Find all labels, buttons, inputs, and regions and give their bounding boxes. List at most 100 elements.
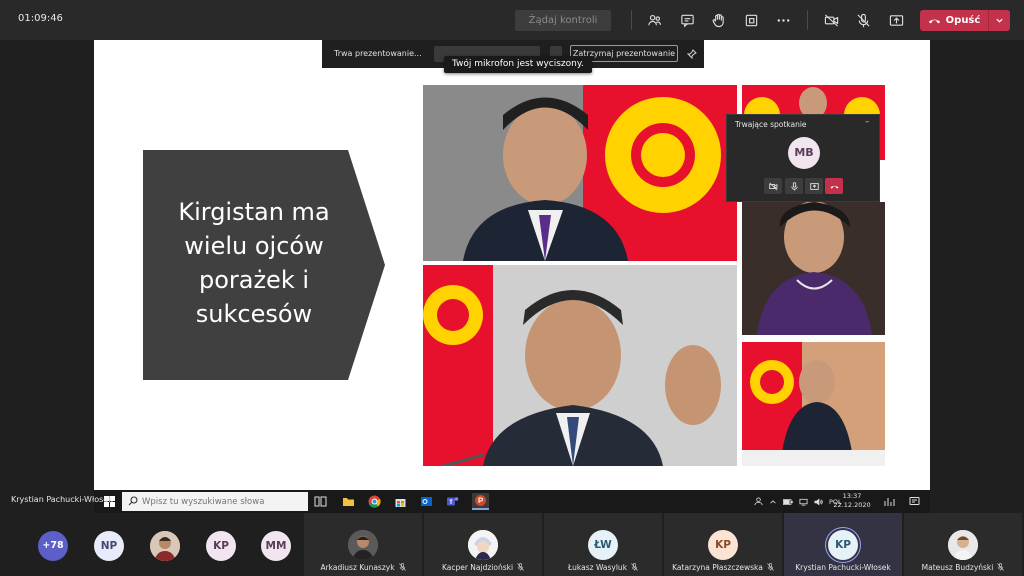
participant-tile-self[interactable]: KP Krystian Pachucki-Włosek xyxy=(784,513,902,576)
mic-off-icon xyxy=(997,563,1005,571)
powerpoint-icon xyxy=(475,495,486,506)
shared-screen: Kirgistan ma wielu ojców porażek i sukce… xyxy=(94,40,930,513)
camera-toggle-button[interactable] xyxy=(820,10,842,30)
hand-icon xyxy=(712,13,724,27)
raise-hand-button[interactable] xyxy=(707,10,729,30)
participant-photo xyxy=(948,530,978,560)
people-icon xyxy=(647,14,661,25)
volume-icon[interactable] xyxy=(814,497,823,506)
teams-button[interactable] xyxy=(444,493,461,510)
task-view-button[interactable] xyxy=(312,493,329,510)
mini-share-button[interactable] xyxy=(805,178,823,194)
photo-leader-5 xyxy=(742,342,885,466)
kyrgyz-flag-sun-image xyxy=(423,85,737,261)
more-actions-button[interactable] xyxy=(772,10,794,30)
photo-leader-1 xyxy=(423,85,737,261)
outlook-icon xyxy=(421,497,432,506)
ongoing-meeting-window[interactable]: Trwające spotkanie – MB xyxy=(726,114,880,202)
avatar[interactable]: KP xyxy=(206,531,236,561)
mic-off-icon xyxy=(517,563,524,571)
presenter-name-label: Krystian Pachucki-Włosek xyxy=(11,495,113,504)
network-icon[interactable] xyxy=(799,498,808,506)
mini-window-title: Trwające spotkanie xyxy=(735,120,807,129)
participant-tile[interactable]: KP Katarzyna Płaszczewska xyxy=(664,513,782,576)
folder-icon xyxy=(343,498,354,506)
participant-name: Katarzyna Płaszczewska xyxy=(664,563,782,572)
ellipsis-icon xyxy=(777,18,789,22)
minimize-button[interactable]: – xyxy=(865,117,870,127)
mic-muted-tooltip: Twój mikrofon jest wyciszony. xyxy=(444,56,592,73)
toolbar-divider xyxy=(631,10,632,30)
pin-icon[interactable] xyxy=(687,49,697,59)
participant-tile[interactable]: ŁW Łukasz Wasyluk xyxy=(544,513,662,576)
participant-photo xyxy=(468,530,498,560)
share-tray-icon xyxy=(809,182,819,190)
photo-leader-3 xyxy=(423,265,737,466)
participant-name: Łukasz Wasyluk xyxy=(544,563,662,572)
participants-button[interactable] xyxy=(643,10,665,30)
search-input[interactable] xyxy=(142,492,302,511)
store-button[interactable] xyxy=(392,493,409,510)
outlook-button[interactable] xyxy=(418,493,435,510)
avatar xyxy=(468,530,498,560)
participant-name: Mateusz Budzyński xyxy=(904,563,1022,572)
avatar[interactable]: MM xyxy=(261,531,291,561)
mic-toggle-button[interactable] xyxy=(852,10,874,30)
share-screen-button[interactable] xyxy=(885,10,907,30)
battery-icon[interactable] xyxy=(783,498,793,506)
presenting-status: Trwa prezentowanie... xyxy=(334,49,422,58)
breakout-rooms-button[interactable] xyxy=(740,10,762,30)
chat-button[interactable] xyxy=(676,10,698,30)
participant-tile[interactable]: Arkadiusz Kunaszyk xyxy=(304,513,422,576)
toolbar-divider xyxy=(807,10,808,30)
leave-options-button[interactable] xyxy=(989,10,1010,31)
participants-strip: +78 NP KP MM Arkadiusz Kunaszyk Kacper N… xyxy=(0,513,1024,576)
share-tray-icon xyxy=(889,14,903,26)
photo-leader-4 xyxy=(742,202,885,335)
avatar: ŁW xyxy=(588,530,618,560)
people-icon[interactable] xyxy=(754,497,763,506)
mic-off-icon xyxy=(767,563,774,571)
participant-photo xyxy=(348,530,378,560)
camera-off-icon xyxy=(824,13,838,27)
chrome-button[interactable] xyxy=(366,493,383,510)
leave-main-button[interactable]: Opuść xyxy=(920,10,988,31)
mini-mic-button[interactable] xyxy=(785,178,803,194)
avatar[interactable] xyxy=(150,531,180,561)
clock-date: 22.12.2020 xyxy=(833,501,871,509)
participant-tile[interactable]: Kacper Najdzioński xyxy=(424,513,542,576)
mic-off-icon xyxy=(856,13,870,27)
mini-camera-button[interactable] xyxy=(764,178,782,194)
chevron-down-icon xyxy=(996,18,1003,23)
avatar: KP xyxy=(828,530,858,560)
chrome-icon xyxy=(368,495,381,508)
notification-icon[interactable] xyxy=(909,496,920,507)
mini-hang-up-button[interactable] xyxy=(825,178,843,194)
meeting-timer: 01:09:46 xyxy=(18,13,63,24)
action-center-icon[interactable] xyxy=(884,496,895,507)
participant-name: Krystian Pachucki-Włosek xyxy=(795,563,891,572)
presentation-slide: Kirgistan ma wielu ojców porażek i sukce… xyxy=(94,40,930,490)
task-view-icon xyxy=(314,496,327,507)
leader-speaking-image xyxy=(423,265,737,466)
request-control-button[interactable]: Żądaj kontroli xyxy=(515,10,611,31)
leader-portrait-image xyxy=(742,202,885,335)
teams-icon xyxy=(447,497,459,506)
avatar[interactable]: NP xyxy=(94,531,124,561)
avatar: MB xyxy=(788,137,820,169)
system-tray: POL xyxy=(754,490,842,513)
slide-title: Kirgistan ma wielu ojców porażek i sukce… xyxy=(178,198,330,328)
taskbar-clock[interactable]: 13:37 22.12.2020 xyxy=(832,492,872,510)
participant-tile[interactable]: Mateusz Budzyński xyxy=(904,513,1022,576)
file-explorer-button[interactable] xyxy=(340,493,357,510)
search-icon xyxy=(128,496,138,506)
hang-up-icon xyxy=(928,19,940,24)
windows-taskbar: POL 13:37 22.12.2020 xyxy=(94,490,930,513)
powerpoint-button[interactable] xyxy=(472,493,489,510)
more-participants-badge[interactable]: +78 xyxy=(38,531,68,561)
participant-photo xyxy=(150,531,180,561)
mic-off-icon xyxy=(631,563,638,571)
taskbar-search[interactable] xyxy=(122,492,308,511)
chevron-up-icon[interactable] xyxy=(769,498,777,506)
leave-button[interactable]: Opuść xyxy=(920,10,1010,31)
